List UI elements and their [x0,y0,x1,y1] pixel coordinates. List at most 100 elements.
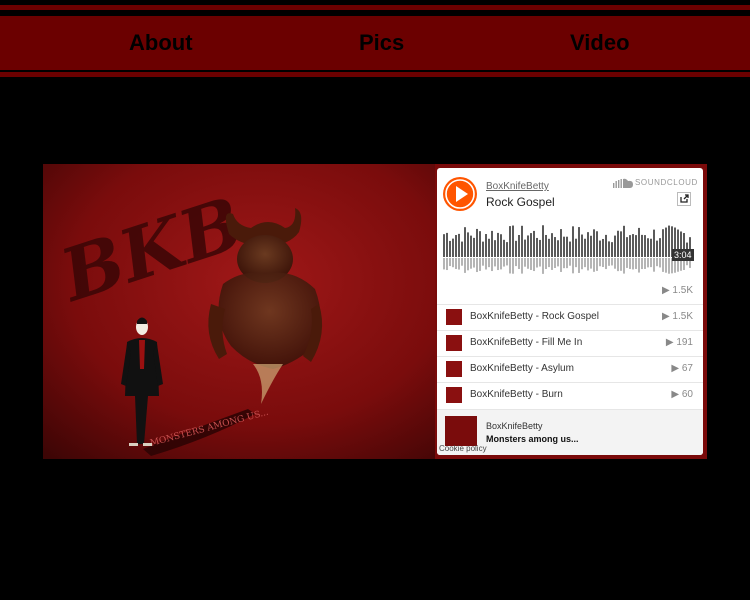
waveform-bar [473,237,475,257]
waveform-reflection-bar [509,258,511,274]
nav-about-link[interactable]: About [129,16,193,70]
waveform-bar [446,232,448,257]
waveform-reflection-bar [527,258,529,269]
waveform-bar [563,236,565,257]
waveform-reflection-bar [449,258,451,267]
track-duration: 3:04 [672,249,694,261]
track-list-title: BoxKnifeBetty - Asylum [470,363,574,374]
waveform-reflection-bar [644,258,646,269]
track-list-plays-value: 67 [681,363,693,374]
track-list-plays-value: 191 [676,337,693,348]
track-list-item[interactable]: BoxKnifeBetty - Fill Me In ▶ 191 [437,330,703,356]
waveform-bar [629,235,631,257]
waveform-reflection-bar [590,258,592,269]
waveform-bar [449,240,451,257]
waveform-reflection-bar [587,258,589,271]
waveform-reflection-bar [629,258,631,269]
waveform-bar [509,226,511,257]
track-thumbnail [446,361,462,377]
waveform-bar [659,238,661,257]
waveform-bar [536,237,538,257]
waveform-bar [545,234,547,257]
waveform-reflection-bar [518,258,520,269]
nav-bottom-stripe [0,72,750,77]
waveform-reflection-bar [614,258,616,269]
waveform-bar [569,241,571,257]
waveform-bar [503,239,505,257]
track-list-item[interactable]: BoxKnifeBetty - Rock Gospel ▶ 1.5K [437,304,703,330]
waveform-reflection-bar [572,258,574,274]
waveform-bar [626,237,628,257]
waveform-reflection-bar [569,258,571,266]
track-thumbnail [446,387,462,403]
nav-video-link[interactable]: Video [570,16,630,70]
track-artist-link[interactable]: BoxKnifeBetty [486,181,549,192]
cookie-policy-link[interactable]: Cookie policy [439,444,487,453]
waveform-reflection-bar [512,258,514,274]
waveform-bar [518,235,520,257]
track-list-item[interactable]: BoxKnifeBetty - Burn ▶ 60 [437,382,703,408]
waveform-reflection-bar [473,258,475,268]
waveform-bar [662,229,664,257]
nav-pics-link[interactable]: Pics [359,16,404,70]
waveform-reflection-bar [479,258,481,271]
waveform-reflection-bar [656,258,658,267]
waveform-bar [491,230,493,257]
share-button[interactable] [677,192,691,206]
waveform-reflection-bar [620,258,622,271]
waveform-reflection-bar [500,258,502,270]
waveform-bar [587,232,589,257]
waveform-bar [593,229,595,257]
waveform-bar [632,234,634,257]
track-list-title: BoxKnifeBetty - Rock Gospel [470,311,599,322]
track-list-item[interactable]: BoxKnifeBetty - Asylum ▶ 67 [437,356,703,382]
waveform-bar [506,242,508,257]
waveform-bar [599,240,601,257]
waveform-bar [590,235,592,257]
track-thumbnail [446,335,462,351]
waveform-bar [602,238,604,257]
waveform-reflection-bar [548,258,550,268]
waveform-bar [656,240,658,257]
nav-top-stripe [0,5,750,10]
waveform-reflection-bar [506,258,508,266]
waveform-reflection-bar [551,258,553,270]
waveform[interactable] [443,223,693,278]
waveform-bar [482,241,484,257]
playlist-thumbnail [445,416,477,446]
waveform-reflection-bar [623,258,625,274]
waveform-bar [443,234,445,257]
waveform-reflection-bar [539,258,541,267]
waveform-reflection-bar [446,258,448,271]
waveform-bar [665,227,667,257]
waveform-bar [485,234,487,257]
share-icon [677,192,691,206]
waveform-reflection-bar [563,258,565,269]
waveform-reflection-bar [491,258,493,272]
waveform-reflection-bar [602,258,604,268]
waveform-bar [653,229,655,257]
play-button[interactable] [443,177,477,211]
waveform-reflection-bar [641,258,643,270]
track-list-plays-value: 60 [681,389,693,400]
waveform-reflection-bar [461,258,463,266]
waveform-reflection-bar [557,258,559,267]
waveform-bar [464,227,466,257]
waveform-reflection-bar [599,258,601,267]
waveform-reflection-bar [530,258,532,270]
waveform-reflection-bar [482,258,484,266]
waveform-bar [479,231,481,257]
waveform-bar [581,234,583,257]
waveform-bar [620,231,622,257]
waveform-bar [611,242,613,257]
track-thumbnail [446,309,462,325]
soundcloud-brand: SOUNDCLOUD [635,178,698,187]
waveform-bar [497,232,499,257]
waveform-reflection-bar [485,258,487,270]
track-play-count: ▶ 1.5K [661,285,693,296]
waveform-bar [617,230,619,257]
waveform-bar [578,227,580,257]
waveform-reflection-bar [536,258,538,268]
waveform-bar [635,235,637,257]
waveform-bar [584,238,586,257]
